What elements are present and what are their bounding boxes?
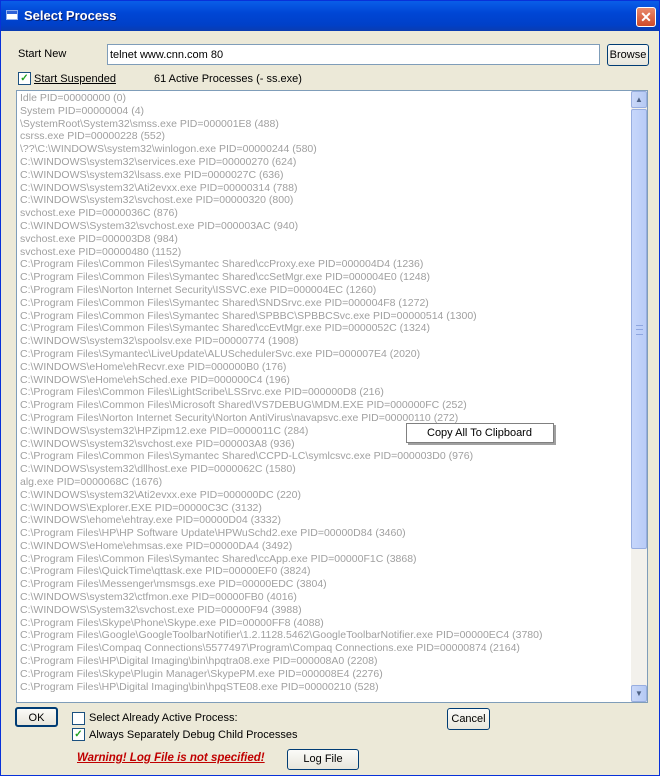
title-bar[interactable]: Select Process ✕ xyxy=(1,1,659,31)
process-list-item[interactable]: C:\Program Files\Common Files\Microsoft … xyxy=(20,399,628,412)
process-list-item[interactable]: C:\WINDOWS\system32\spoolsv.exe PID=0000… xyxy=(20,335,628,348)
process-list-item[interactable]: C:\WINDOWS\system32\ctfmon.exe PID=00000… xyxy=(20,591,628,604)
vertical-scrollbar[interactable]: ▲ ▼ xyxy=(631,91,647,702)
process-list-item[interactable]: svchost.exe PID=00000480 (1152) xyxy=(20,246,628,259)
close-icon: ✕ xyxy=(640,9,652,25)
process-list-item[interactable]: \SystemRoot\System32\smss.exe PID=000001… xyxy=(20,118,628,131)
process-list-item[interactable]: C:\Program Files\Common Files\Symantec S… xyxy=(20,450,628,463)
log-file-warning: Warning! Log File is not specified! xyxy=(77,752,265,764)
process-list-item[interactable]: C:\WINDOWS\system32\Ati2evxx.exe PID=000… xyxy=(20,182,628,195)
process-list-item[interactable]: C:\WINDOWS\System32\svchost.exe PID=0000… xyxy=(20,220,628,233)
scroll-thumb[interactable] xyxy=(631,109,647,549)
process-list-item[interactable]: C:\Program Files\Symantec\LiveUpdate\ALU… xyxy=(20,348,628,361)
scroll-down-button[interactable]: ▼ xyxy=(631,685,647,702)
process-list-item[interactable]: C:\WINDOWS\System32\svchost.exe PID=0000… xyxy=(20,604,628,617)
process-list-item[interactable]: C:\Program Files\HP\HP Software Update\H… xyxy=(20,527,628,540)
close-button[interactable]: ✕ xyxy=(636,7,656,27)
active-processes-count: 61 Active Processes (- ss.exe) xyxy=(154,73,302,85)
select-active-process-label: Select Already Active Process: xyxy=(89,712,238,724)
process-list-item[interactable]: C:\Program Files\Common Files\LightScrib… xyxy=(20,386,628,399)
process-list-item[interactable]: alg.exe PID=0000068C (1676) xyxy=(20,476,628,489)
process-items: Idle PID=00000000 (0) System PID=00000004… xyxy=(20,92,628,693)
start-new-label: Start New xyxy=(18,48,67,60)
browse-button[interactable]: Browse xyxy=(607,44,649,66)
process-list-item[interactable]: C:\Program Files\Common Files\Symantec S… xyxy=(20,297,628,310)
process-list-item[interactable]: C:\WINDOWS\ehome\ehtray.exe PID=00000D04… xyxy=(20,514,628,527)
process-list-item[interactable]: C:\WINDOWS\system32\svchost.exe PID=0000… xyxy=(20,194,628,207)
process-list-item[interactable]: C:\WINDOWS\eHome\ehSched.exe PID=000000C… xyxy=(20,374,628,387)
context-menu: Copy All To Clipboard xyxy=(406,423,554,443)
check-mark-icon: ✓ xyxy=(20,73,29,84)
process-list-item[interactable]: C:\WINDOWS\system32\services.exe PID=000… xyxy=(20,156,628,169)
process-list-item[interactable]: svchost.exe PID=000003D8 (984) xyxy=(20,233,628,246)
process-list-item[interactable]: C:\Program Files\Google\GoogleToolbarNot… xyxy=(20,629,628,642)
process-list-item[interactable]: C:\WINDOWS\Explorer.EXE PID=00000C3C (31… xyxy=(20,502,628,515)
process-list-item[interactable]: C:\WINDOWS\eHome\ehRecvr.exe PID=000000B… xyxy=(20,361,628,374)
process-list-item[interactable]: C:\WINDOWS\system32\dllhost.exe PID=0000… xyxy=(20,463,628,476)
process-list-item[interactable]: C:\WINDOWS\eHome\ehmsas.exe PID=00000DA4… xyxy=(20,540,628,553)
debug-child-processes-checkbox[interactable]: ✓ xyxy=(72,728,85,741)
cancel-button[interactable]: Cancel xyxy=(447,708,490,730)
log-file-button[interactable]: Log File xyxy=(287,749,359,770)
scroll-up-button[interactable]: ▲ xyxy=(631,91,647,108)
arrow-down-icon: ▼ xyxy=(635,689,643,698)
process-list-item[interactable]: C:\Program Files\Common Files\Symantec S… xyxy=(20,553,628,566)
select-active-process-checkbox[interactable] xyxy=(72,712,85,725)
process-list-item[interactable]: svchost.exe PID=0000036C (876) xyxy=(20,207,628,220)
window-title: Select Process xyxy=(24,8,117,23)
process-list-item[interactable]: C:\WINDOWS\system32\Ati2evxx.exe PID=000… xyxy=(20,489,628,502)
process-list-item[interactable]: C:\Program Files\Common Files\Symantec S… xyxy=(20,322,628,335)
process-list-item[interactable]: C:\Program Files\HP\Digital Imaging\bin\… xyxy=(20,681,628,694)
process-list-item[interactable]: C:\Program Files\Skype\Phone\Skype.exe P… xyxy=(20,617,628,630)
window-icon xyxy=(6,10,18,20)
grip-icon xyxy=(636,325,643,335)
process-list-item[interactable]: C:\Program Files\Norton Internet Securit… xyxy=(20,284,628,297)
process-list-item[interactable]: C:\Program Files\Messenger\msmsgs.exe PI… xyxy=(20,578,628,591)
process-list-item[interactable]: C:\Program Files\Skype\Plugin Manager\Sk… xyxy=(20,668,628,681)
debug-child-processes-label: Always Separately Debug Child Processes xyxy=(89,729,298,741)
select-process-dialog: Select Process ✕ Start New Browse ✓ Star… xyxy=(0,0,660,776)
process-list-item[interactable]: C:\Program Files\QuickTime\qttask.exe PI… xyxy=(20,565,628,578)
process-list-item[interactable]: C:\Program Files\HP\Digital Imaging\bin\… xyxy=(20,655,628,668)
process-list-item[interactable]: Idle PID=00000000 (0) xyxy=(20,92,628,105)
ok-button[interactable]: OK xyxy=(15,707,58,727)
process-list-item[interactable]: C:\Program Files\Common Files\Symantec S… xyxy=(20,258,628,271)
process-list-item[interactable]: \??\C:\WINDOWS\system32\winlogon.exe PID… xyxy=(20,143,628,156)
process-list[interactable]: Idle PID=00000000 (0) System PID=00000004… xyxy=(16,90,648,703)
copy-all-to-clipboard-menu-item[interactable]: Copy All To Clipboard xyxy=(427,427,532,439)
process-list-item[interactable]: C:\WINDOWS\system32\lsass.exe PID=000002… xyxy=(20,169,628,182)
start-suspended-checkbox[interactable]: ✓ xyxy=(18,72,31,85)
start-suspended-label[interactable]: Start Suspended xyxy=(34,73,116,85)
process-list-item[interactable]: System PID=00000004 (4) xyxy=(20,105,628,118)
process-list-item[interactable]: C:\Program Files\Compaq Connections\5577… xyxy=(20,642,628,655)
start-new-input[interactable] xyxy=(107,44,600,65)
process-list-item[interactable]: csrss.exe PID=00000228 (552) xyxy=(20,130,628,143)
check-mark-icon: ✓ xyxy=(74,729,83,740)
process-list-item[interactable]: C:\Program Files\Common Files\Symantec S… xyxy=(20,310,628,323)
process-list-item[interactable]: C:\Program Files\Common Files\Symantec S… xyxy=(20,271,628,284)
arrow-up-icon: ▲ xyxy=(635,95,643,104)
